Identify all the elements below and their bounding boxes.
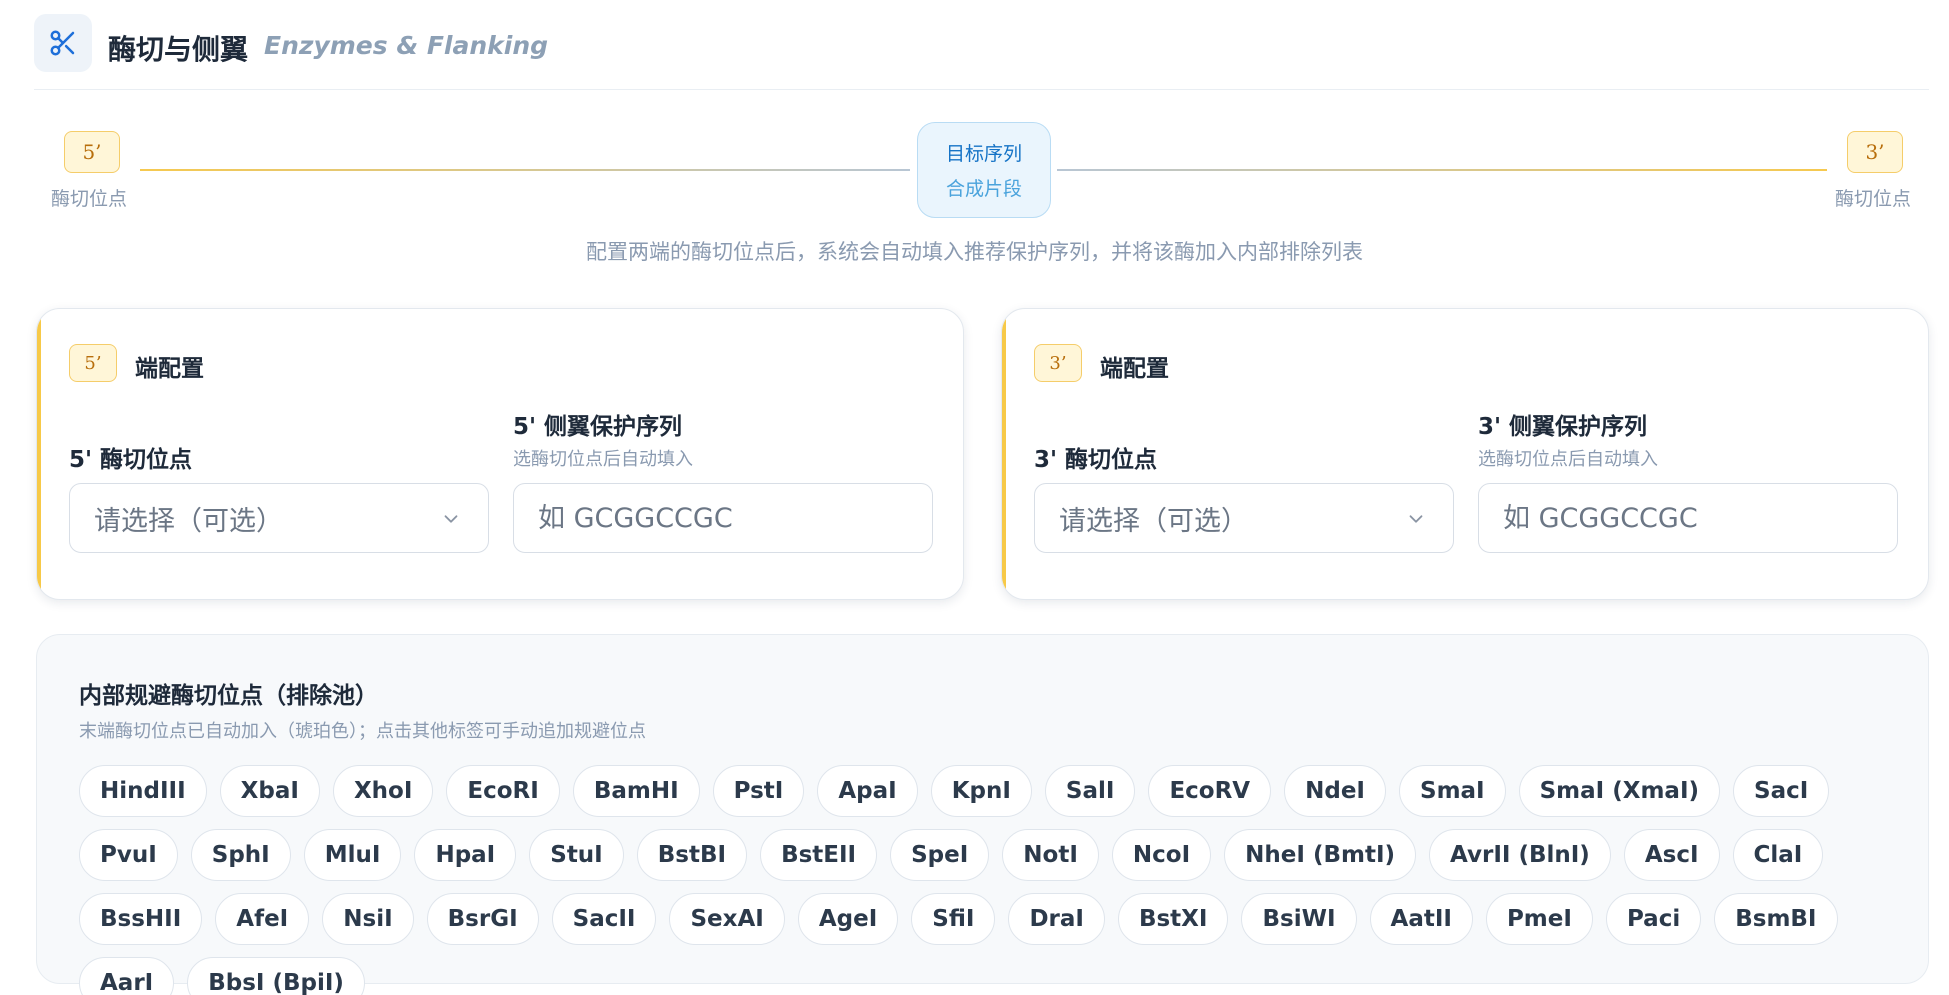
enzyme-tag[interactable]: AvrII (BlnI) bbox=[1429, 829, 1611, 881]
enzyme-tag[interactable]: SalI bbox=[1044, 765, 1136, 817]
enzyme-tag-list: HindIII XbaI XhoI EcoRI BamHI PstI ApaI KpnI Sal… bbox=[79, 765, 1899, 995]
enzyme-tag[interactable]: DraI bbox=[1008, 893, 1105, 945]
section-subtitle: Enzymes & Flanking bbox=[264, 31, 549, 60]
target-sequence-box: 目标序列 合成片段 bbox=[917, 122, 1051, 218]
enzyme-tag[interactable]: AarI bbox=[79, 957, 175, 995]
five-prime-site-select[interactable]: 请选择（可选） bbox=[69, 483, 489, 553]
enzyme-tag[interactable]: AatII bbox=[1369, 893, 1473, 945]
card-title: 端配置 bbox=[1100, 356, 1169, 382]
five-prime-flank-help: 选酶切位点后自动填入 bbox=[513, 449, 693, 470]
three-prime-site-field-label: 3' 酶切位点 bbox=[1034, 447, 1158, 473]
enzyme-tag[interactable]: NotI bbox=[1002, 829, 1099, 881]
target-subtitle: 合成片段 bbox=[945, 178, 1022, 200]
enzyme-tag[interactable]: BssHII bbox=[79, 893, 203, 945]
enzyme-tag[interactable]: BsrGI bbox=[426, 893, 539, 945]
exclusion-pool-subtitle: 末端酶切位点已自动加入（琥珀色）；点击其他标签可手动追加规避位点 bbox=[79, 721, 646, 742]
three-prime-config-card: 3’ 端配置 3' 酶切位点 请选择（可选） 3' 侧翼保护序列 选酶切位点后自… bbox=[1001, 308, 1929, 600]
enzyme-tag[interactable]: BamHI bbox=[572, 765, 700, 817]
section-title: 酶切与侧翼 bbox=[108, 33, 249, 66]
enzyme-tag[interactable]: NcoI bbox=[1111, 829, 1212, 881]
five-prime-site-field-label: 5' 酶切位点 bbox=[69, 447, 193, 473]
enzyme-tag[interactable]: MluI bbox=[303, 829, 402, 881]
select-value: 请选择（可选） bbox=[1059, 505, 1248, 537]
enzyme-tag[interactable]: NsiI bbox=[322, 893, 414, 945]
scissors-icon bbox=[34, 14, 92, 72]
exclusion-pool-title: 内部规避酶切位点（排除池） bbox=[79, 683, 378, 709]
five-prime-flank-input[interactable] bbox=[513, 483, 933, 553]
enzyme-tag[interactable]: BsiWI bbox=[1241, 893, 1357, 945]
enzyme-tag[interactable]: SpeI bbox=[890, 829, 990, 881]
three-prime-site-label: 酶切位点 bbox=[1835, 188, 1912, 210]
three-prime-badge: 3’ bbox=[1847, 131, 1903, 173]
enzyme-tag[interactable]: XbaI bbox=[219, 765, 320, 817]
target-title: 目标序列 bbox=[945, 143, 1022, 165]
right-connector-line bbox=[1057, 169, 1827, 171]
enzyme-tag[interactable]: KpnI bbox=[930, 765, 1032, 817]
enzyme-tag[interactable]: ClaI bbox=[1732, 829, 1824, 881]
enzyme-tag[interactable]: AgeI bbox=[797, 893, 899, 945]
enzyme-tag[interactable]: AscI bbox=[1623, 829, 1720, 881]
enzyme-tag[interactable]: EcoRV bbox=[1148, 765, 1272, 817]
enzyme-tag[interactable]: BstEII bbox=[760, 829, 878, 881]
enzyme-tag[interactable]: AfeI bbox=[215, 893, 310, 945]
card-title: 端配置 bbox=[135, 356, 204, 382]
enzyme-tag[interactable]: BsmBI bbox=[1714, 893, 1838, 945]
enzyme-tag[interactable]: HpaI bbox=[414, 829, 517, 881]
five-prime-badge: 5’ bbox=[64, 131, 120, 173]
section-header: 酶切与侧翼 Enzymes & Flanking bbox=[34, 14, 1929, 90]
enzyme-tag[interactable]: PvuI bbox=[79, 829, 178, 881]
enzyme-tag[interactable]: BbsI (BpiI) bbox=[187, 957, 365, 995]
enzyme-tag[interactable]: SmaI bbox=[1399, 765, 1506, 817]
enzyme-tag[interactable]: EcoRI bbox=[446, 765, 560, 817]
enzyme-tag[interactable]: SphI bbox=[190, 829, 291, 881]
enzyme-tag[interactable]: ApaI bbox=[817, 765, 918, 817]
config-hint: 配置两端的酶切位点后，系统会自动填入推荐保护序列，并将该酶加入内部排除列表 bbox=[586, 240, 1363, 264]
five-prime-config-card: 5’ 端配置 5' 酶切位点 请选择（可选） 5' 侧翼保护序列 选酶切位点后自… bbox=[36, 308, 964, 600]
five-prime-site-label: 酶切位点 bbox=[51, 188, 128, 210]
enzyme-tag[interactable]: BstBI bbox=[636, 829, 748, 881]
enzyme-tag[interactable]: NdeI bbox=[1284, 765, 1386, 817]
enzyme-tag[interactable]: PmeI bbox=[1485, 893, 1593, 945]
select-value: 请选择（可选） bbox=[94, 505, 283, 537]
enzyme-tag[interactable]: HindIII bbox=[79, 765, 207, 817]
five-prime-card-badge: 5’ bbox=[69, 344, 117, 382]
enzyme-tag[interactable]: SacII bbox=[551, 893, 657, 945]
enzyme-tag[interactable]: XhoI bbox=[332, 765, 434, 817]
chevron-down-icon bbox=[440, 506, 462, 537]
three-prime-flank-input[interactable] bbox=[1478, 483, 1898, 553]
three-prime-flank-field-label: 3' 侧翼保护序列 bbox=[1478, 414, 1648, 440]
enzyme-tag[interactable]: SacI bbox=[1733, 765, 1830, 817]
enzyme-tag[interactable]: BstXI bbox=[1117, 893, 1229, 945]
exclusion-pool-panel: 内部规避酶切位点（排除池） 末端酶切位点已自动加入（琥珀色）；点击其他标签可手动… bbox=[36, 634, 1929, 995]
enzyme-tag[interactable]: SmaI (XmaI) bbox=[1518, 765, 1721, 817]
enzyme-tag[interactable]: NheI (BmtI) bbox=[1224, 829, 1417, 881]
five-prime-flank-field-label: 5' 侧翼保护序列 bbox=[513, 414, 683, 440]
enzyme-tag[interactable]: Paci bbox=[1605, 893, 1702, 945]
enzyme-tag[interactable]: SexAI bbox=[669, 893, 785, 945]
enzyme-tag[interactable]: StuI bbox=[529, 829, 624, 881]
chevron-down-icon bbox=[1405, 506, 1427, 537]
three-prime-site-select[interactable]: 请选择（可选） bbox=[1034, 483, 1454, 553]
enzyme-tag[interactable]: PstI bbox=[712, 765, 805, 817]
enzyme-tag[interactable]: SfiI bbox=[911, 893, 996, 945]
left-connector-line bbox=[140, 169, 910, 171]
three-prime-flank-help: 选酶切位点后自动填入 bbox=[1478, 449, 1658, 470]
three-prime-card-badge: 3’ bbox=[1034, 344, 1082, 382]
